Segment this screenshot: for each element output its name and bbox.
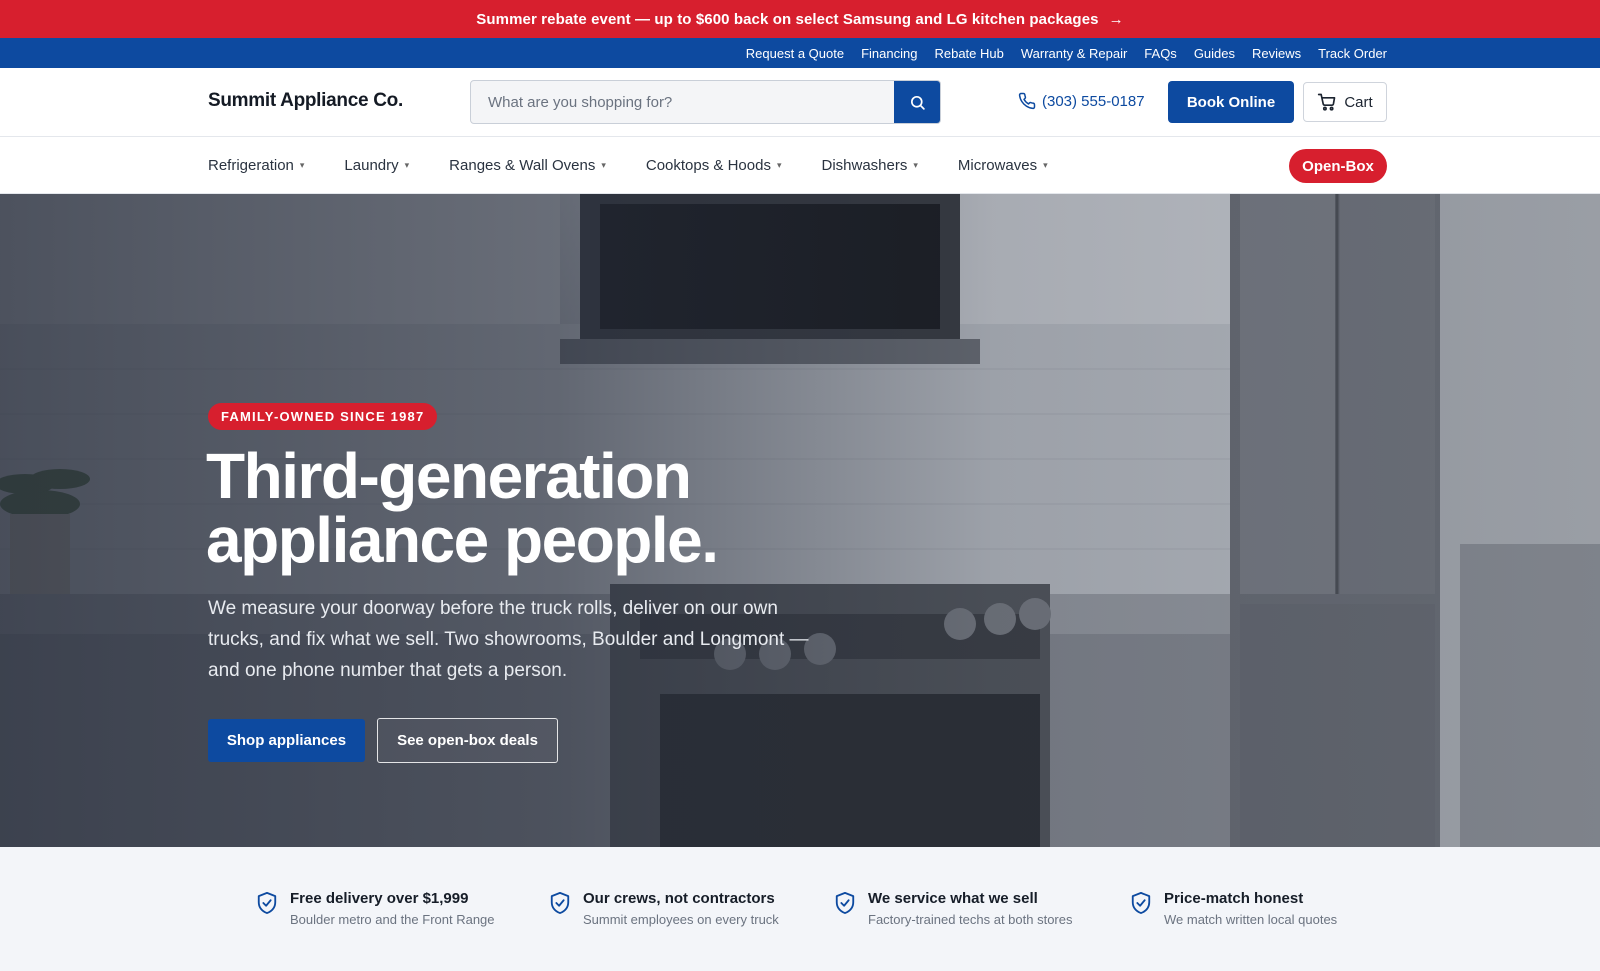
site-header: Summit Appliance Co. (303) 555-0187 Book… — [0, 68, 1600, 137]
promo-text: Summer rebate event — up to $600 back on… — [476, 10, 1099, 28]
value-prop-subtitle: Summit employees on every truck — [583, 912, 779, 927]
value-prop-service: We service what we sell Factory-trained t… — [834, 890, 1072, 927]
utility-link-warranty-repair[interactable]: Warranty & Repair — [1021, 46, 1127, 61]
search-input[interactable] — [471, 81, 894, 123]
phone-link[interactable]: (303) 555-0187 — [1018, 92, 1145, 110]
value-prop-title: Price-match honest — [1164, 890, 1304, 907]
cart-label: Cart — [1344, 93, 1373, 111]
category-nav: Refrigeration ▾ Laundry ▾ Ranges & Wall Ov… — [0, 137, 1600, 194]
hero-title: Third-generation appliance people. — [206, 444, 906, 572]
phone-icon — [1018, 92, 1036, 110]
value-prop-title: We service what we sell — [868, 890, 1038, 907]
search-button[interactable] — [894, 81, 940, 123]
nav-item-label: Dishwashers — [821, 157, 908, 174]
utility-link-faqs[interactable]: FAQs — [1144, 46, 1177, 61]
nav-item-label: Ranges & Wall Ovens — [449, 157, 596, 174]
chevron-down-icon: ▾ — [913, 160, 918, 170]
nav-item-laundry[interactable]: Laundry ▾ — [344, 157, 409, 174]
nav-item-label: Laundry — [344, 157, 399, 174]
chevron-down-icon: ▾ — [601, 160, 606, 170]
arrow-right-icon: → — [1108, 10, 1124, 28]
promo-banner[interactable]: Summer rebate event — up to $600 back on… — [0, 0, 1600, 38]
value-prop-delivery: Free delivery over $1,999 Boulder metro a… — [256, 890, 495, 927]
open-box-deals-button[interactable]: See open-box deals — [377, 718, 558, 763]
shield-check-icon — [1131, 892, 1151, 914]
search-bar — [470, 80, 941, 124]
nav-item-refrigeration[interactable]: Refrigeration ▾ — [208, 157, 304, 174]
utility-link-reviews[interactable]: Reviews — [1252, 46, 1301, 61]
value-prop-subtitle: We match written local quotes — [1164, 912, 1338, 927]
value-props: Free delivery over $1,999 Boulder metro a… — [0, 847, 1600, 971]
hero-badge: FAMILY-OWNED SINCE 1987 — [208, 403, 438, 430]
utility-bar: Request a Quote Financing Rebate Hub War… — [0, 38, 1600, 68]
chevron-down-icon: ▾ — [1043, 160, 1048, 170]
value-prop-subtitle: Factory-trained techs at both stores — [868, 912, 1073, 927]
utility-link-financing[interactable]: Financing — [861, 46, 917, 61]
shield-check-icon — [257, 892, 277, 914]
search-icon — [910, 95, 925, 110]
open-box-button[interactable]: Open-Box — [1289, 149, 1387, 183]
value-prop-price-match: Price-match honest We match written local… — [1130, 890, 1337, 927]
chevron-down-icon: ▾ — [776, 160, 782, 170]
shield-check-icon — [550, 892, 570, 914]
nav-item-dishwashers[interactable]: Dishwashers ▾ — [821, 157, 917, 174]
hero-body: We measure your doorway before the truck… — [208, 598, 809, 681]
cart-button[interactable]: Cart — [1303, 82, 1387, 122]
chevron-down-icon: ▾ — [404, 160, 410, 170]
hero-title-line-2: appliance people. — [206, 504, 719, 576]
nav-item-label: Refrigeration — [208, 157, 294, 174]
nav-item-ranges-wall-ovens[interactable]: Ranges & Wall Ovens ▾ — [449, 157, 606, 174]
value-prop-title: Free delivery over $1,999 — [290, 890, 469, 907]
shield-check-icon — [835, 892, 855, 914]
utility-link-track-order[interactable]: Track Order — [1318, 46, 1387, 61]
shop-appliances-button[interactable]: Shop appliances — [208, 719, 365, 762]
hero-section: FAMILY-OWNED SINCE 1987 Third-generation… — [0, 194, 1600, 847]
chevron-down-icon: ▾ — [299, 160, 305, 170]
utility-link-guides[interactable]: Guides — [1194, 46, 1235, 61]
logo[interactable]: Summit Appliance Co. — [208, 90, 403, 112]
utility-link-rebate-hub[interactable]: Rebate Hub — [934, 46, 1003, 61]
value-prop-subtitle: Boulder metro and the Front Range — [290, 912, 495, 927]
value-prop-crews: Our crews, not contractors Summit employe… — [549, 890, 779, 927]
hero-title-line-1: Third-generation — [206, 440, 692, 512]
value-prop-title: Our crews, not contractors — [583, 890, 775, 907]
book-online-button[interactable]: Book Online — [1168, 81, 1294, 123]
utility-link-request-quote[interactable]: Request a Quote — [746, 46, 844, 61]
phone-number: (303) 555-0187 — [1042, 92, 1145, 110]
nav-item-cooktops-hoods[interactable]: Cooktops & Hoods ▾ — [646, 157, 782, 174]
nav-item-label: Cooktops & Hoods — [645, 157, 771, 174]
nav-item-label: Microwaves — [957, 157, 1038, 174]
cart-icon — [1318, 93, 1336, 111]
nav-item-microwaves[interactable]: Microwaves ▾ — [958, 157, 1048, 174]
